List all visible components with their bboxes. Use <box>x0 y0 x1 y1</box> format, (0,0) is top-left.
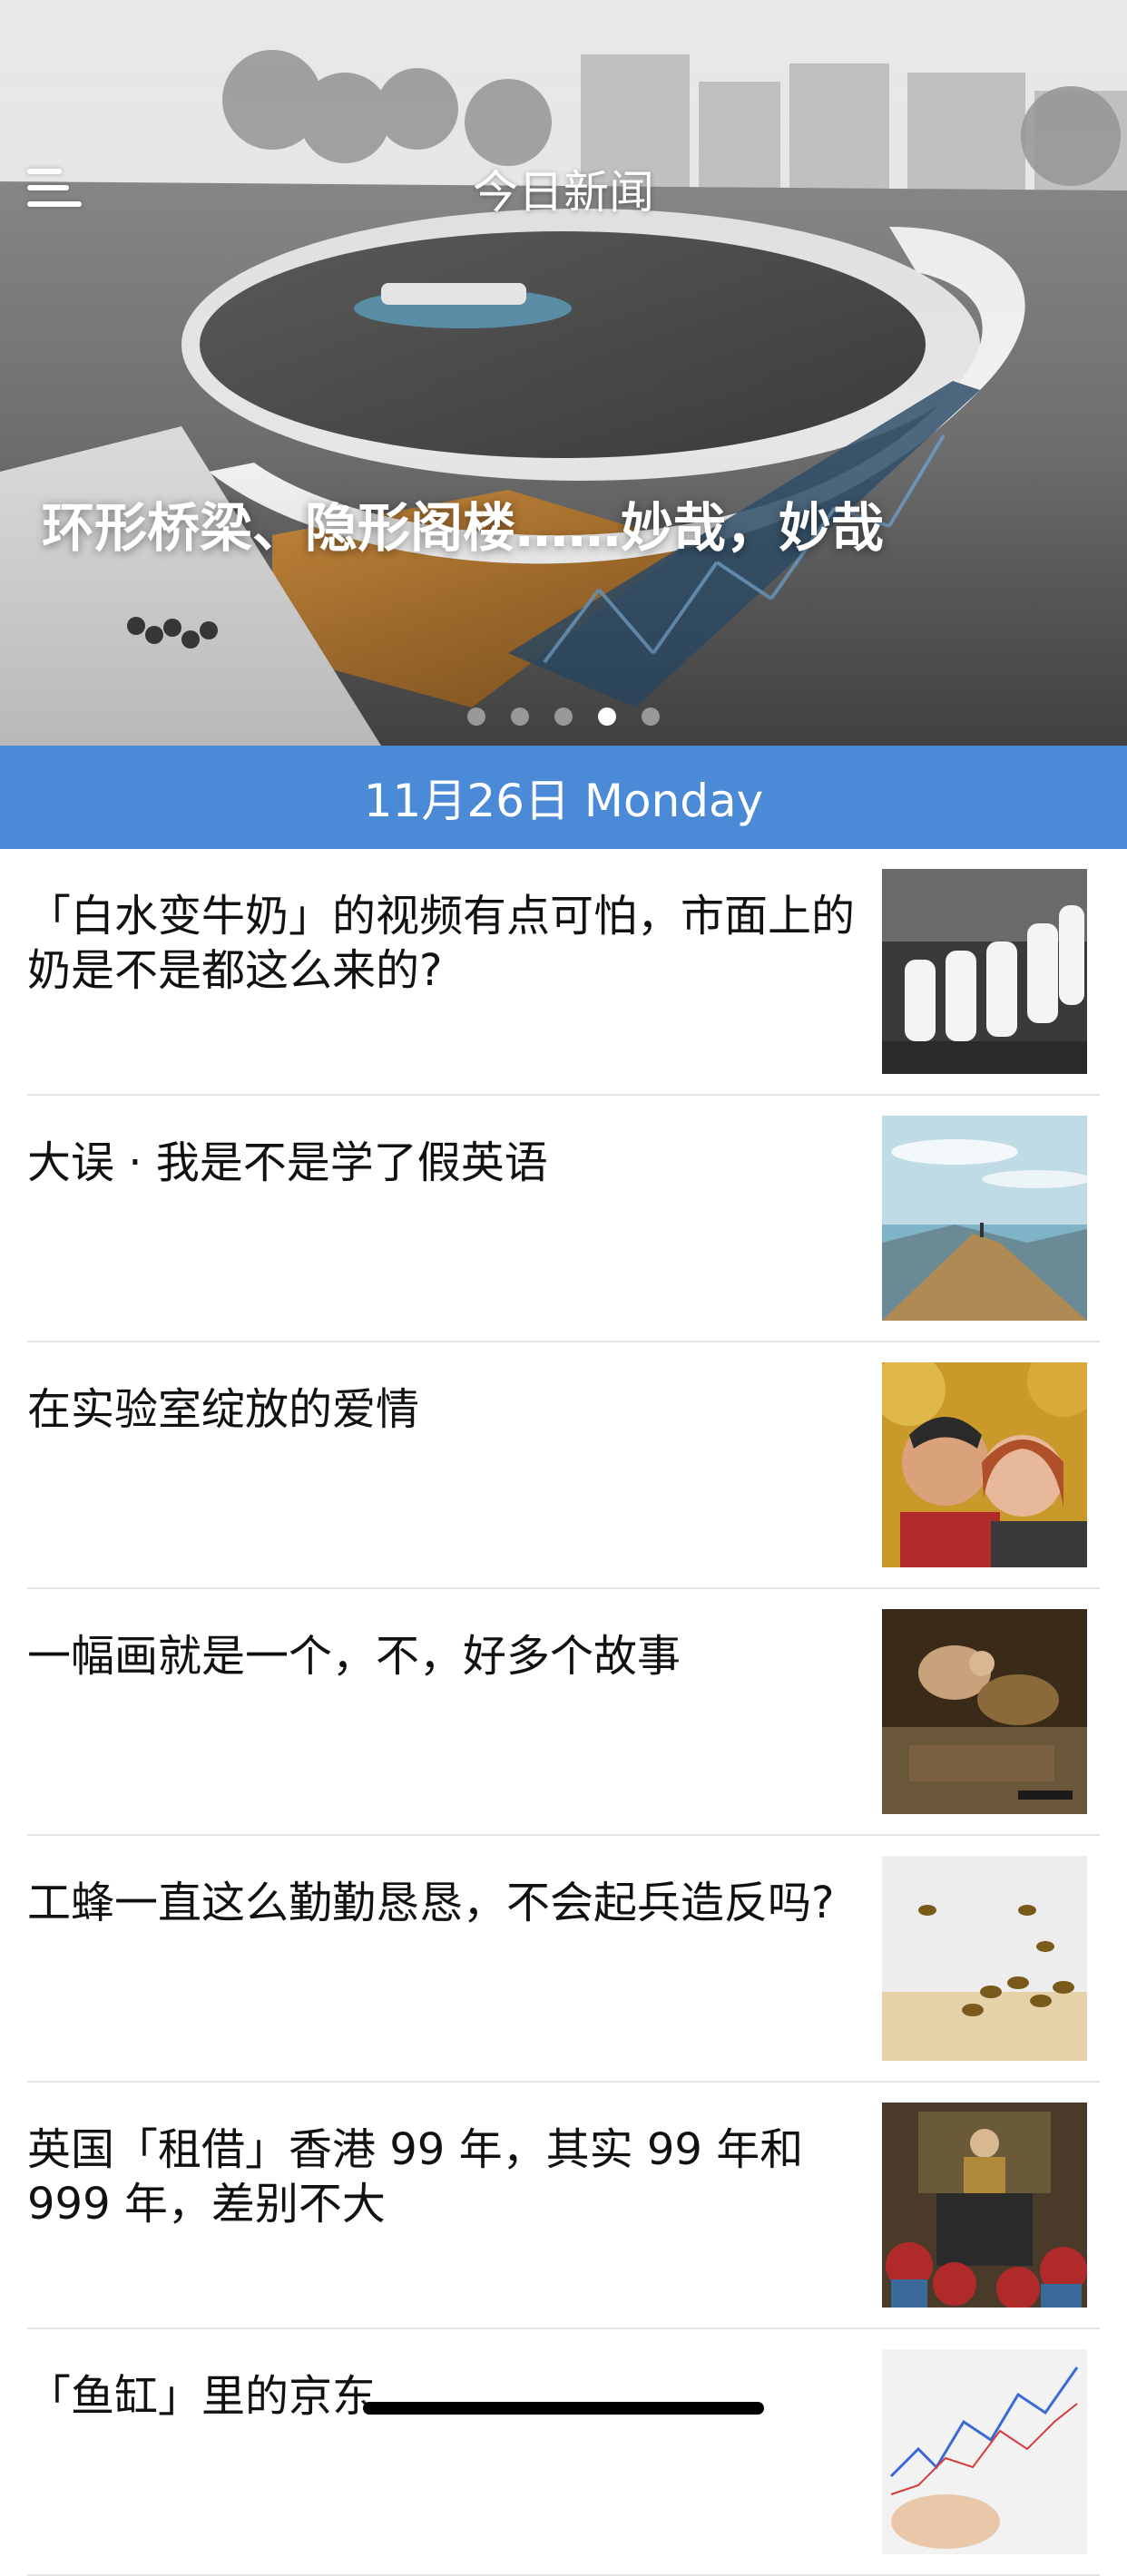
news-thumbnail <box>882 1362 1087 1567</box>
hero-image <box>0 0 1127 746</box>
carousel-dot[interactable] <box>467 707 485 726</box>
hero-banner[interactable]: 今日新闻 环形桥梁、隐形阁楼……妙哉，妙哉 <box>0 0 1127 746</box>
carousel-dot-active[interactable] <box>598 707 616 726</box>
news-item[interactable]: 一幅画就是一个，不，好多个故事 <box>27 1589 1100 1836</box>
news-item[interactable]: 「白水变牛奶」的视频有点可怕，市面上的奶是不是都这么来的? <box>27 849 1100 1096</box>
news-title: 一幅画就是一个，不，好多个故事 <box>27 1631 681 1682</box>
news-thumbnail <box>882 2103 1087 2308</box>
news-item[interactable]: 英国「租借」香港 99 年，其实 99 年和 999 年，差别不大 <box>27 2083 1100 2329</box>
news-title: 大误 · 我是不是学了假英语 <box>27 1137 548 1188</box>
carousel-dot[interactable] <box>642 707 660 726</box>
news-title: 「鱼缸」里的京东 <box>27 2371 377 2422</box>
hero-headline[interactable]: 环形桥梁、隐形阁楼……妙哉，妙哉 <box>42 485 1085 561</box>
news-thumbnail <box>882 869 1087 1074</box>
news-list: 「白水变牛奶」的视频有点可怕，市面上的奶是不是都这么来的? 大误 · 我是不是学… <box>0 849 1127 2576</box>
news-title: 工蜂一直这么勤勤恳恳，不会起兵造反吗? <box>27 1878 835 1928</box>
date-section-header: 11月26日 Monday <box>0 746 1127 849</box>
news-item[interactable]: 在实验室绽放的爱情 <box>27 1342 1100 1589</box>
news-thumbnail <box>882 1116 1087 1321</box>
news-thumbnail <box>882 1856 1087 2061</box>
news-item[interactable]: 工蜂一直这么勤勤恳恳，不会起兵造反吗? <box>27 1836 1100 2083</box>
news-item[interactable]: 大误 · 我是不是学了假英语 <box>27 1096 1100 1342</box>
carousel-dot[interactable] <box>554 707 573 726</box>
news-title: 英国「租借」香港 99 年，其实 99 年和 999 年，差别不大 <box>27 2124 804 2230</box>
carousel-pagination[interactable] <box>0 707 1127 727</box>
news-item[interactable]: 「鱼缸」里的京东 <box>27 2329 1100 2576</box>
carousel-dot[interactable] <box>511 707 529 726</box>
news-title: 在实验室绽放的爱情 <box>27 1384 420 1435</box>
date-label: 11月26日 Monday <box>363 775 764 827</box>
hamburger-menu-icon[interactable] <box>27 169 82 210</box>
news-thumbnail <box>882 2349 1087 2554</box>
home-indicator[interactable] <box>363 2402 764 2415</box>
news-thumbnail <box>882 1609 1087 1814</box>
news-title: 「白水变牛奶」的视频有点可怕，市面上的奶是不是都这么来的? <box>27 891 856 996</box>
